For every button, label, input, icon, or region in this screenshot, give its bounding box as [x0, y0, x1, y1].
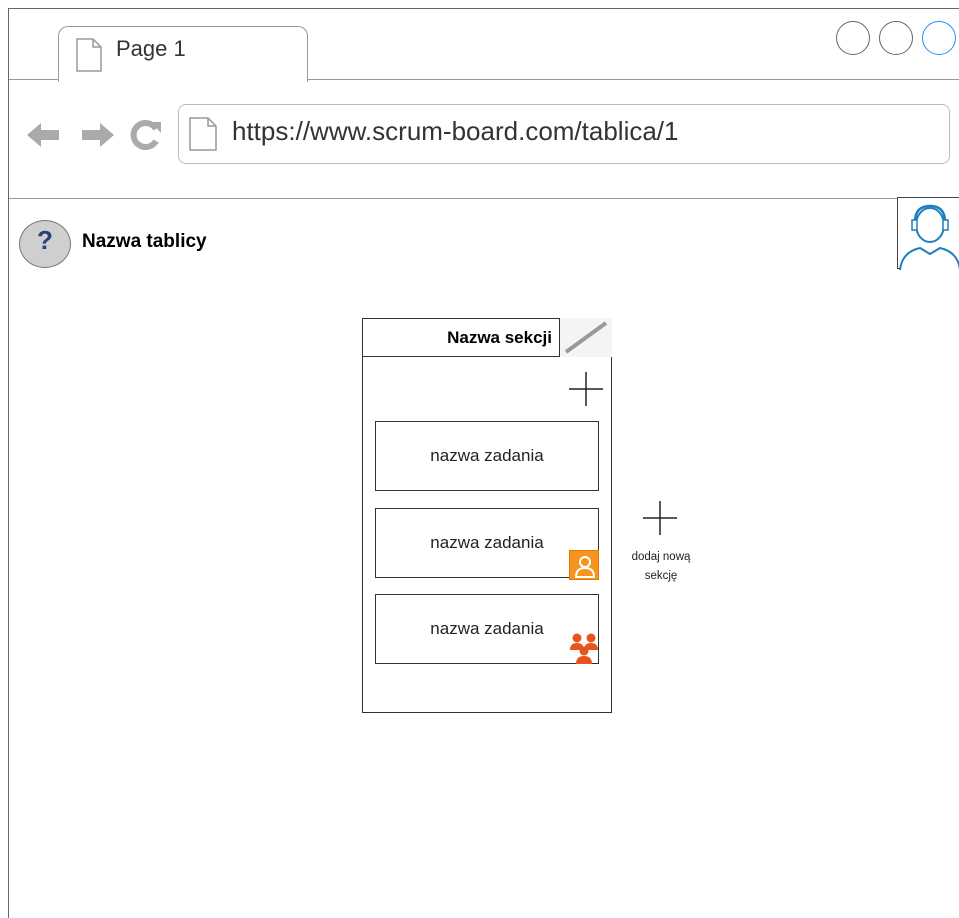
add-section-button[interactable]	[641, 499, 679, 537]
group-icon	[570, 633, 598, 664]
url-text: https://www.scrum-board.com/tablica/1	[232, 116, 679, 146]
user-avatar-icon	[899, 204, 959, 271]
toolbar-divider	[9, 198, 959, 199]
person-icon	[569, 550, 599, 580]
tab-strip-divider	[307, 79, 959, 80]
back-arrow-icon[interactable]	[25, 121, 61, 149]
section-title: Nazwa sekcji	[447, 328, 552, 347]
circle-icon[interactable]	[922, 21, 956, 55]
user-avatar-icon[interactable]	[897, 197, 959, 271]
task-label: nazwa zadania	[430, 446, 544, 465]
circle-icon[interactable]	[879, 21, 913, 55]
task-label: nazwa zadania	[430, 533, 544, 552]
add-section-label-line1: dodaj nową	[631, 551, 691, 563]
circle-icon[interactable]	[836, 21, 870, 55]
edit-section-button[interactable]	[559, 318, 612, 357]
forward-arrow-icon[interactable]	[80, 121, 116, 149]
refresh-icon[interactable]	[129, 119, 163, 151]
board-title: Nazwa tablicy	[82, 231, 207, 252]
help-icon: ?	[37, 225, 53, 255]
page-icon	[189, 117, 217, 151]
tab-label: Page 1	[116, 36, 186, 61]
pencil-icon	[564, 321, 608, 354]
add-section-label[interactable]: dodaj nową sekcję	[615, 548, 707, 586]
add-task-button[interactable]	[567, 370, 605, 408]
add-section-label-line2: sekcję	[644, 570, 678, 582]
page-icon	[76, 38, 102, 72]
tab-strip-divider	[9, 79, 59, 80]
task-label: nazwa zadania	[430, 619, 544, 638]
